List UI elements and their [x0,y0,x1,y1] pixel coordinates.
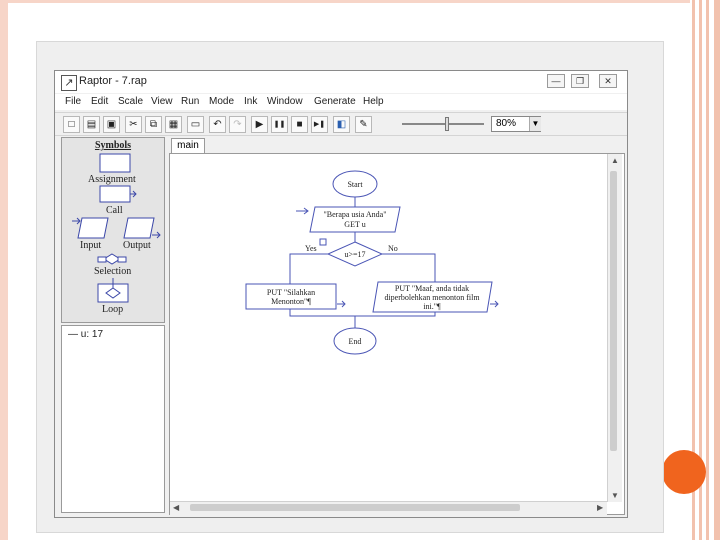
decision-marker [319,238,327,246]
call-label: Call [106,205,123,216]
menu-generate[interactable]: Generate [314,96,356,107]
title-bar: ↗ Raptor - 7.rap — ❐ ✕ [55,71,627,93]
menu-edit[interactable]: Edit [91,96,108,107]
yes-output-line1: PUT "Silahkan [267,288,315,297]
scroll-down-icon[interactable]: ▼ [611,491,619,500]
undo-icon[interactable]: ↶ [209,116,226,133]
menu-mode[interactable]: Mode [209,96,234,107]
menu-view[interactable]: View [151,96,173,107]
scroll-right-icon[interactable]: ▶ [597,503,603,512]
condition-text: u>=17 [344,250,365,259]
test-server-icon[interactable]: ◧ [333,116,350,133]
input-prompt-text: "Berapa usia Anda" [324,210,387,219]
input-symbol[interactable] [77,217,109,239]
speed-slider-thumb[interactable] [445,117,450,131]
chevron-down-icon[interactable]: ▼ [529,117,541,131]
step-icon[interactable]: ▶❚ [311,116,328,133]
slide-left-border [0,0,8,540]
output-arrow-icon [152,231,161,239]
input-var-text: GET u [344,220,365,229]
scroll-up-icon[interactable]: ▲ [611,156,619,165]
workspace-canvas[interactable]: Start "Berapa usia Anda" GET u u>=17 Yes… [169,153,625,515]
raptor-icon: ↗ [61,75,77,91]
no-output-line2: diperbolehkan menonton film [384,293,480,302]
menu-run[interactable]: Run [181,96,199,107]
variable-value: u: 17 [80,329,104,340]
play-icon[interactable]: ▶ [251,116,268,133]
input-label: Input [80,240,102,251]
symbols-panel: Symbols Assignment Call Input Output Sel… [61,137,165,323]
raptor-window: ↗ Raptor - 7.rap — ❐ ✕ File Edit Scale V… [54,70,628,518]
end-text: End [349,337,362,346]
yes-label: Yes [305,244,317,253]
close-button[interactable]: ✕ [599,74,617,88]
slide-orange-circle [662,450,706,494]
pen-icon[interactable]: ✎ [355,116,372,133]
selection-label: Selection [94,266,132,277]
variables-panel: — u: 17 [61,325,165,513]
selection-left-box [97,256,107,263]
paste-icon[interactable]: ▦ [165,116,182,133]
input-arrow-icon [296,207,309,215]
loop-label: Loop [102,304,124,315]
new-file-icon[interactable]: □ [63,116,80,133]
menu-file[interactable]: File [65,96,81,107]
assignment-label: Assignment [88,174,136,185]
yes-output-line2: Menonton"¶ [271,297,311,306]
output-symbol[interactable] [123,217,155,239]
window-title: Raptor - 7.rap [79,75,147,87]
flowchart: Start "Berapa usia Anda" GET u u>=17 Yes… [245,170,499,355]
symbol-shapes [72,153,161,303]
vertical-scroll-thumb[interactable] [610,171,617,451]
menu-ink[interactable]: Ink [244,96,257,107]
no-output-line3: ini."¶ [423,302,441,311]
copy-icon[interactable]: ⧉ [145,116,162,133]
horizontal-scroll-thumb[interactable] [190,504,520,511]
menu-help[interactable]: Help [363,96,384,107]
pause-icon[interactable]: ❚❚ [271,116,288,133]
speed-slider-track[interactable] [402,123,484,125]
call-symbol[interactable] [99,185,131,203]
slide-top-rule [8,0,690,3]
menu-bar: File Edit Scale View Run Mode Ink Window… [55,94,627,110]
scroll-left-icon[interactable]: ◀ [173,503,179,512]
menu-window[interactable]: Window [267,96,303,107]
menu-scale[interactable]: Scale [118,96,143,107]
output-label: Output [123,240,151,251]
cut-icon[interactable]: ✂ [125,116,142,133]
no-branch-line [382,253,436,284]
minimize-button[interactable]: — [547,74,565,88]
yes-branch-line [289,253,328,284]
no-label: No [388,244,398,253]
toolbar: □ ▤ ▣ ✂ ⧉ ▦ ▭ ↶ ↷ ▶ ❚❚ ■ ▶❚ ◧ ✎ 80% ▼ [55,112,627,136]
variable-item[interactable]: — u: 17 [68,329,103,340]
tree-line: — [68,329,78,340]
print-icon[interactable]: ▭ [187,116,204,133]
restore-button[interactable]: ❐ [571,74,589,88]
output-no-arrow-icon [490,300,499,308]
tab-main[interactable]: main [171,138,205,153]
stop-icon[interactable]: ■ [291,116,308,133]
redo-icon[interactable]: ↷ [229,116,246,133]
open-folder-icon[interactable]: ▤ [83,116,100,133]
no-output-line1: PUT "Maaf, anda tidak [395,284,469,293]
assignment-symbol[interactable] [99,153,131,173]
start-text: Start [347,180,363,189]
call-arrow-icon [130,190,137,198]
input-arrow-icon [72,217,81,225]
zoom-value: 80% [496,118,517,129]
save-icon[interactable]: ▣ [103,116,120,133]
output-yes-arrow-icon [337,300,346,308]
selection-right-box [117,256,127,263]
